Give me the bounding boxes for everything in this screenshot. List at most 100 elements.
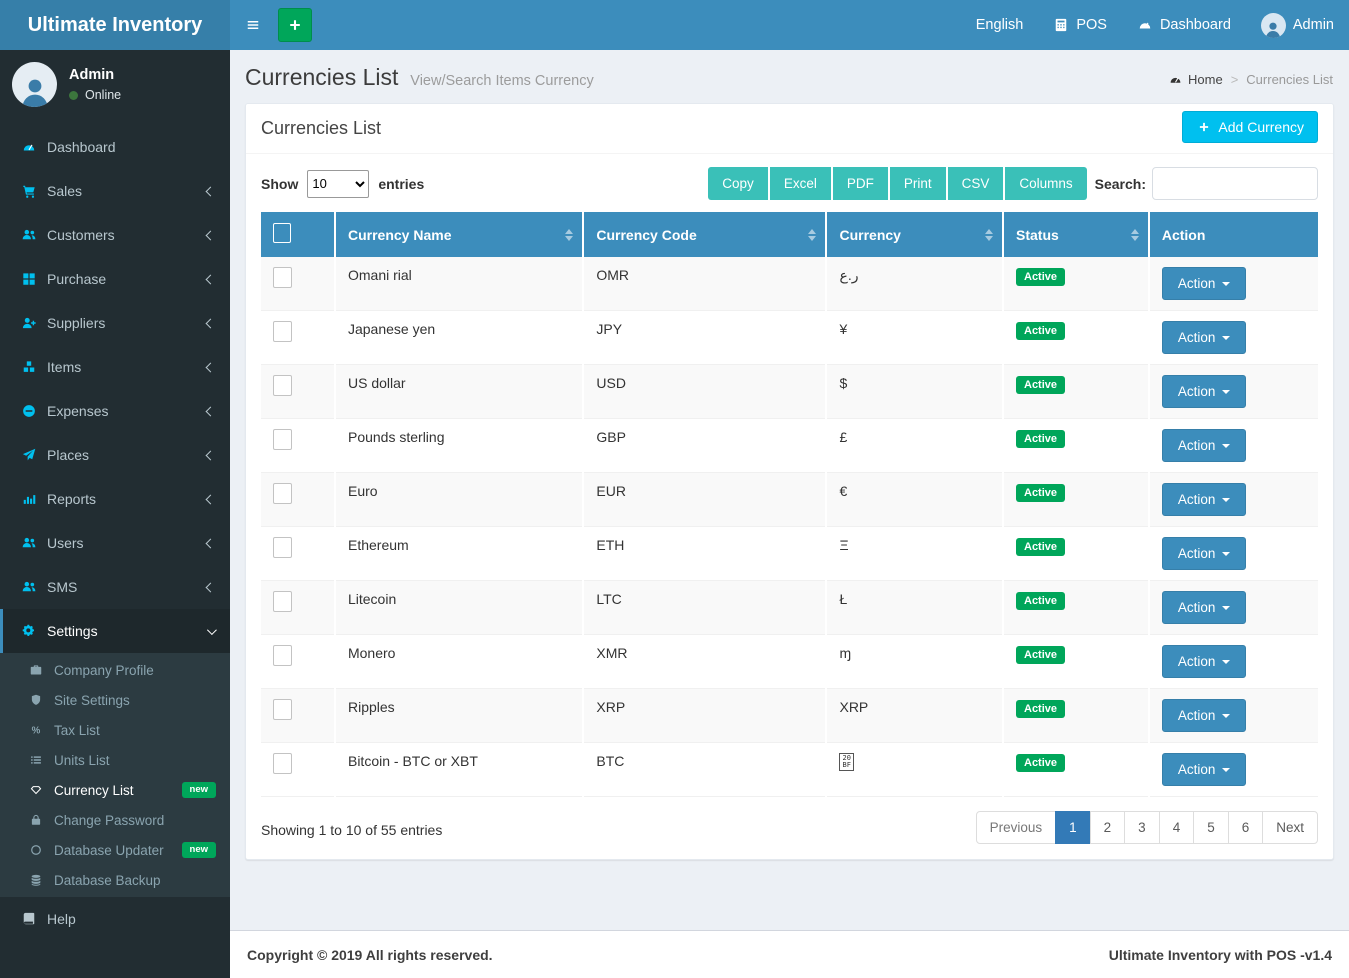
row-checkbox[interactable] [273,699,292,720]
cell-currency-name: Japanese yen [335,311,583,365]
export-copy-button[interactable]: Copy [708,167,770,200]
cell-checkbox [261,527,335,581]
row-action-button[interactable]: Action [1162,429,1247,462]
sidebar-subitem-site-settings[interactable]: Site Settings [0,685,230,715]
sort-icon [808,229,816,241]
pagination-page-6[interactable]: 6 [1228,811,1264,844]
nav-language[interactable]: English [961,0,1039,50]
user-plus-icon [21,316,37,330]
sidebar-subitem-database-backup[interactable]: Database Backup [0,865,230,895]
row-action-button[interactable]: Action [1162,375,1247,408]
sidebar-item-suppliers[interactable]: Suppliers [0,301,230,345]
column-header-currency[interactable]: Currency [826,212,1003,257]
cell-currency-code: USD [583,365,826,419]
sidebar-item-help[interactable]: Help [0,897,230,941]
row-checkbox[interactable] [273,321,292,342]
sidebar-item-label: Places [47,447,89,463]
cell-currency-name: Monero [335,635,583,689]
row-action-button[interactable]: Action [1162,645,1247,678]
row-checkbox[interactable] [273,753,292,774]
table-body: Omani rial OMR ر.ع Active Action Japanes… [261,257,1318,797]
row-action-button[interactable]: Action [1162,591,1247,624]
users-icon [21,536,37,550]
pagination-page-4[interactable]: 4 [1159,811,1195,844]
sidebar-item-purchase[interactable]: Purchase [0,257,230,301]
column-header-currency-code[interactable]: Currency Code [583,212,826,257]
table-row: Japanese yen JPY ¥ Active Action [261,311,1318,365]
row-checkbox[interactable] [273,375,292,396]
sidebar-item-reports[interactable]: Reports [0,477,230,521]
export-pdf-button[interactable]: PDF [833,167,890,200]
sidebar-item-sales[interactable]: Sales [0,169,230,213]
column-header-status[interactable]: Status [1003,212,1149,257]
cell-currency-symbol: Ł [826,581,1003,635]
row-checkbox[interactable] [273,483,292,504]
pagination-page-3[interactable]: 3 [1124,811,1160,844]
row-action-button[interactable]: Action [1162,537,1247,570]
sidebar-item-items[interactable]: Items [0,345,230,389]
select-all-checkbox[interactable] [273,223,291,243]
list-icon [28,754,44,766]
table-row: Ethereum ETH Ξ Active Action [261,527,1318,581]
pagination-next[interactable]: Next [1262,811,1318,844]
cell-status: Active [1003,635,1149,689]
search-input[interactable] [1152,167,1318,200]
row-action-button[interactable]: Action [1162,483,1247,516]
diamond-icon [28,784,44,796]
page-footer: Copyright © 2019 All rights reserved. Ul… [230,930,1349,978]
caret-down-icon [1222,660,1230,664]
sort-icon [985,229,993,241]
sidebar-user-avatar [12,62,57,107]
caret-down-icon [1222,282,1230,286]
sidebar-item-places[interactable]: Places [0,433,230,477]
sidebar-item-dashboard[interactable]: Dashboard [0,125,230,169]
quick-add-button[interactable] [278,8,312,42]
page-length-select[interactable]: 10 [307,170,369,198]
paper-plane-icon [21,448,37,462]
row-checkbox[interactable] [273,429,292,450]
brand-logo[interactable]: Ultimate Inventory [0,0,230,50]
pagination-page-5[interactable]: 5 [1193,811,1229,844]
sidebar-subitem-tax-list[interactable]: % Tax List [0,715,230,745]
cell-currency-symbol: $ [826,365,1003,419]
cell-action: Action [1149,743,1318,797]
status-badge: Active [1016,322,1065,340]
row-action-button[interactable]: Action [1162,267,1247,300]
column-header-currency-name[interactable]: Currency Name [335,212,583,257]
sidebar-subitem-company-profile[interactable]: Company Profile [0,655,230,685]
sidebar-item-users[interactable]: Users [0,521,230,565]
export-excel-button[interactable]: Excel [770,167,833,200]
row-action-button[interactable]: Action [1162,753,1247,786]
sidebar-subitem-database-updater[interactable]: Database Updater new [0,835,230,865]
export-print-button[interactable]: Print [890,167,948,200]
sidebar-subitem-change-password[interactable]: Change Password [0,805,230,835]
nav-user[interactable]: Admin [1246,0,1349,50]
sidebar-subitem-currency-list[interactable]: Currency List new [0,775,230,805]
export-csv-button[interactable]: CSV [948,167,1006,200]
sidebar-item-settings[interactable]: Settings [0,609,230,653]
nav-dashboard[interactable]: Dashboard [1122,0,1246,50]
plus-icon [1196,121,1212,133]
cell-currency-name: Ripples [335,689,583,743]
pagination-page-2[interactable]: 2 [1090,811,1126,844]
sidebar-toggle-button[interactable] [230,0,275,50]
sidebar-subitem-units-list[interactable]: Units List [0,745,230,775]
row-checkbox[interactable] [273,591,292,612]
sidebar-item-expenses[interactable]: Expenses [0,389,230,433]
row-action-button[interactable]: Action [1162,321,1247,354]
sidebar-item-label: Suppliers [47,315,105,331]
row-action-button[interactable]: Action [1162,699,1247,732]
add-currency-button[interactable]: Add Currency [1182,111,1318,143]
pagination-previous[interactable]: Previous [976,811,1057,844]
export-columns-button[interactable]: Columns [1005,167,1086,200]
row-checkbox[interactable] [273,645,292,666]
pagination-page-1[interactable]: 1 [1055,811,1091,844]
sidebar: Admin Online Dashboard Sales Customers P… [0,50,230,978]
breadcrumb-home[interactable]: Home [1167,72,1223,87]
sidebar-item-customers[interactable]: Customers [0,213,230,257]
status-badge: Active [1016,538,1065,556]
row-checkbox[interactable] [273,537,292,558]
row-checkbox[interactable] [273,267,292,288]
nav-pos[interactable]: POS [1038,0,1122,50]
sidebar-item-sms[interactable]: SMS [0,565,230,609]
